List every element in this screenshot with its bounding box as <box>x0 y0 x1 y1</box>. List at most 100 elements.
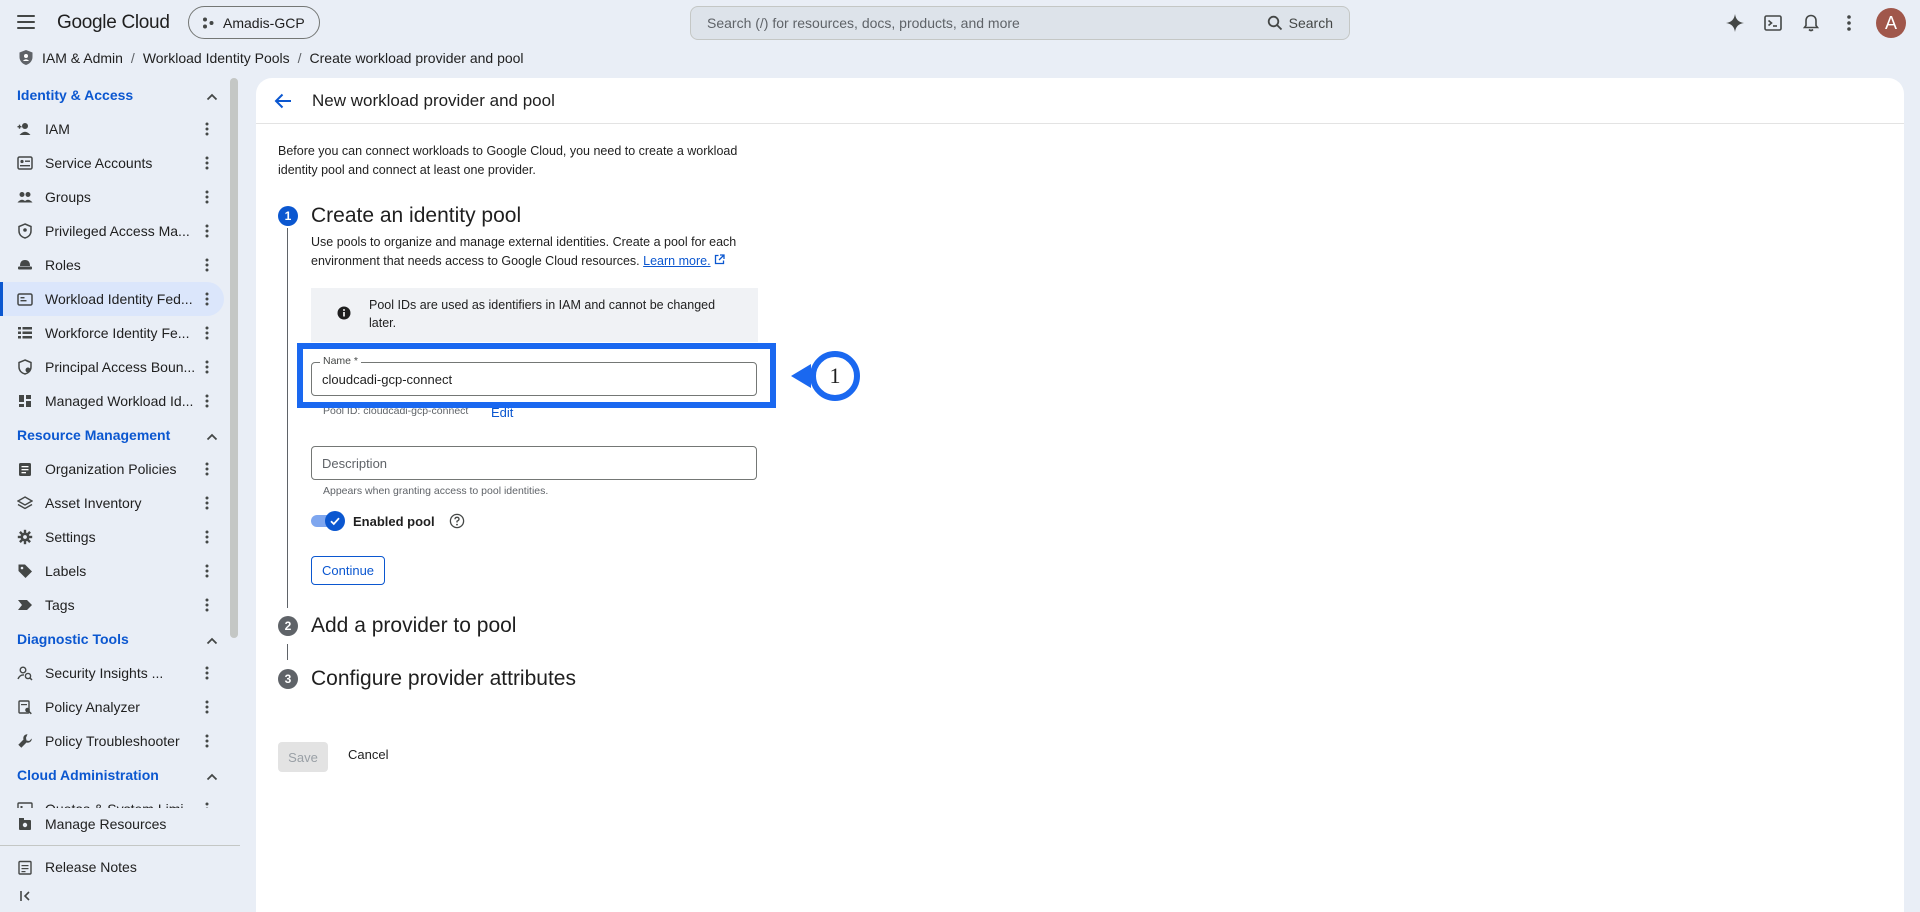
info-icon <box>337 306 351 320</box>
sidebar-item-iam[interactable]: IAM <box>0 112 224 146</box>
sidebar-item-label: Policy Troubleshooter <box>45 733 180 749</box>
sidebar-item-policy-troubleshooter[interactable]: Policy Troubleshooter <box>0 724 224 758</box>
sidebar-section-title: Cloud Administration <box>17 767 159 783</box>
sidebar-item-service-accounts[interactable]: Service Accounts <box>0 146 224 180</box>
sidebar-item-release-notes[interactable]: Release Notes <box>0 850 240 884</box>
step-2-number: 2 <box>278 616 298 636</box>
description-hint: Appears when granting access to pool ide… <box>323 485 549 497</box>
breadcrumb-separator: / <box>130 49 135 66</box>
more-vert-icon[interactable] <box>200 666 214 680</box>
more-vert-icon[interactable] <box>200 530 214 544</box>
hamburger-menu-icon[interactable] <box>16 12 36 32</box>
sidebar-item-groups[interactable]: Groups <box>0 180 224 214</box>
sidebar-item-settings[interactable]: Settings <box>0 520 224 554</box>
more-options-icon[interactable] <box>1838 12 1860 34</box>
sidebar-bottom: Manage Resources Release Notes <box>0 809 240 884</box>
description-input[interactable] <box>322 455 746 471</box>
sidebar-item-label: Security Insights ... <box>45 665 164 681</box>
sidebar-item-roles[interactable]: Roles <box>0 248 224 282</box>
sidebar-item-organization-policies[interactable]: Organization Policies <box>0 452 224 486</box>
learn-more-link[interactable]: Learn more. <box>643 254 710 268</box>
sidebar-item-security-insights[interactable]: Security Insights ... <box>0 656 224 690</box>
breadcrumb-current: Create workload provider and pool <box>309 49 524 66</box>
more-vert-icon[interactable] <box>200 394 214 408</box>
sidebar-section-cloud-administration[interactable]: Cloud Administration <box>0 758 232 792</box>
collapse-sidebar-icon[interactable] <box>18 888 34 904</box>
page-header: New workload provider and pool <box>256 78 1904 124</box>
search-input[interactable]: Search (/) for resources, docs, products… <box>707 15 1267 31</box>
layers-icon <box>17 495 33 511</box>
gear-icon <box>17 529 33 545</box>
person-add-icon <box>17 121 33 137</box>
back-arrow-icon[interactable] <box>272 90 294 112</box>
list-icon <box>17 325 33 341</box>
sidebar-item-label: Labels <box>45 563 87 579</box>
sidebar-item-label: Settings <box>45 529 96 545</box>
breadcrumb-workload-identity-pools[interactable]: Workload Identity Pools <box>143 50 290 66</box>
cancel-button[interactable]: Cancel <box>348 747 388 762</box>
sidebar-item-tags[interactable]: Tags <box>0 588 224 622</box>
more-vert-icon[interactable] <box>200 802 214 808</box>
chevron-up-icon[interactable] <box>206 632 220 646</box>
more-vert-icon[interactable] <box>200 598 214 612</box>
sidebar-item-privileged-access-ma[interactable]: Privileged Access Ma... <box>0 214 224 248</box>
notifications-bell-icon[interactable] <box>1800 12 1822 34</box>
more-vert-icon[interactable] <box>200 734 214 748</box>
step-1[interactable]: 1 Create an identity pool <box>278 204 521 228</box>
sidebar-item-quotas-system-limi[interactable]: Quotas & System Limi... <box>0 792 224 808</box>
sidebar-section-title: Resource Management <box>17 427 171 443</box>
project-selector-button[interactable]: Amadis-GCP <box>188 6 320 39</box>
sidebar-item-manage-resources[interactable]: Manage Resources <box>0 809 240 839</box>
chevron-up-icon[interactable] <box>206 88 220 102</box>
sidebar-section-identity-access[interactable]: Identity & Access <box>0 78 232 112</box>
step-3[interactable]: 3 Configure provider attributes <box>278 667 576 691</box>
sidebar-scrollbar[interactable] <box>230 78 238 638</box>
continue-button[interactable]: Continue <box>311 556 386 585</box>
sidebar-item-asset-inventory[interactable]: Asset Inventory <box>0 486 224 520</box>
service-account-icon <box>17 155 33 171</box>
sidebar-item-principal-access-boun[interactable]: Principal Access Boun... <box>0 350 224 384</box>
search-bar[interactable]: Search (/) for resources, docs, products… <box>690 6 1350 40</box>
top-icons: A <box>1724 8 1906 38</box>
sidebar-item-label: Organization Policies <box>45 461 177 477</box>
more-vert-icon[interactable] <box>200 156 214 170</box>
sidebar-section-title: Identity & Access <box>17 87 134 103</box>
more-vert-icon[interactable] <box>200 258 214 272</box>
chevron-up-icon[interactable] <box>206 768 220 782</box>
more-vert-icon[interactable] <box>200 700 214 714</box>
more-vert-icon[interactable] <box>200 190 214 204</box>
sidebar-section-diagnostic-tools[interactable]: Diagnostic Tools <box>0 622 232 656</box>
breadcrumb: IAM & Admin / Workload Identity Pools / … <box>18 49 524 66</box>
label-arrow-icon <box>17 597 33 613</box>
help-icon[interactable] <box>449 513 465 529</box>
more-vert-icon[interactable] <box>200 224 214 238</box>
gemini-sparkle-icon[interactable] <box>1724 12 1746 34</box>
chevron-up-icon[interactable] <box>206 428 220 442</box>
sidebar-item-managed-workload-id[interactable]: Managed Workload Id... <box>0 384 224 418</box>
description-field[interactable] <box>311 446 757 480</box>
sidebar-item-policy-analyzer[interactable]: Policy Analyzer <box>0 690 224 724</box>
more-vert-icon[interactable] <box>200 292 214 306</box>
sidebar-item-labels[interactable]: Labels <box>0 554 224 588</box>
save-button[interactable]: Save <box>278 742 328 772</box>
sidebar-item-workload-identity-fed[interactable]: Workload Identity Fed... <box>0 282 224 316</box>
account-avatar[interactable]: A <box>1876 8 1906 38</box>
more-vert-icon[interactable] <box>200 462 214 476</box>
google-cloud-logo[interactable]: Google Cloud <box>57 12 170 34</box>
cloud-shell-terminal-icon[interactable] <box>1762 12 1784 34</box>
enabled-pool-toggle[interactable] <box>311 511 345 531</box>
sidebar-item-workforce-identity-fe[interactable]: Workforce Identity Fe... <box>0 316 224 350</box>
intro-section: Before you can connect workloads to Goog… <box>278 142 838 180</box>
step-2[interactable]: 2 Add a provider to pool <box>278 614 516 638</box>
sidebar-item-label: Managed Workload Id... <box>45 393 194 409</box>
sidebar-section-resource-management[interactable]: Resource Management <box>0 418 232 452</box>
more-vert-icon[interactable] <box>200 360 214 374</box>
breadcrumb-iam-admin[interactable]: IAM & Admin <box>42 50 123 66</box>
external-link-icon <box>714 254 725 265</box>
intro-text: Before you can connect workloads to Goog… <box>278 144 738 177</box>
search-button[interactable]: Search <box>1267 15 1333 31</box>
more-vert-icon[interactable] <box>200 326 214 340</box>
more-vert-icon[interactable] <box>200 122 214 136</box>
more-vert-icon[interactable] <box>200 564 214 578</box>
more-vert-icon[interactable] <box>200 496 214 510</box>
